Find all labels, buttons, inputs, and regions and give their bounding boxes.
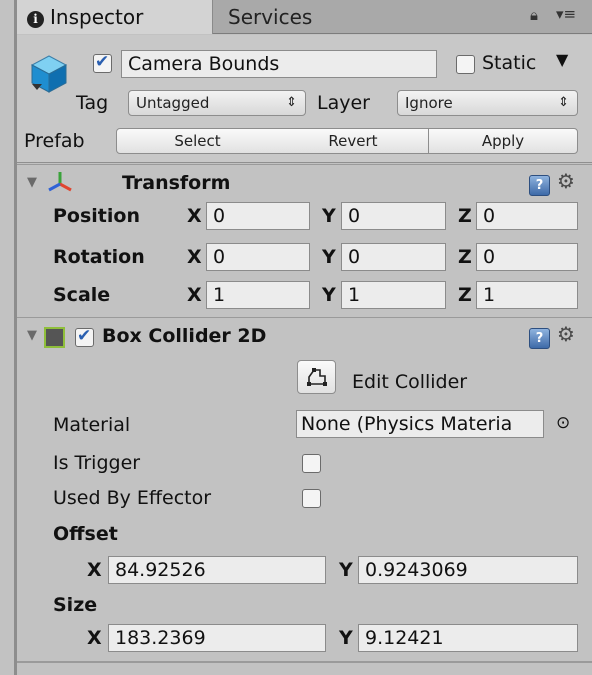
rotation-x-field[interactable]: 0 xyxy=(206,243,310,271)
size-y-label: Y xyxy=(339,627,353,649)
box-collider-title: Box Collider 2D xyxy=(102,325,267,347)
position-x-label: X xyxy=(187,205,202,227)
position-y-field[interactable]: 0 xyxy=(341,202,446,230)
info-icon: i xyxy=(27,11,44,28)
scale-y-label: Y xyxy=(322,284,336,306)
material-label: Material xyxy=(53,414,131,436)
edit-collider-label: Edit Collider xyxy=(352,371,468,393)
help-icon[interactable]: ? xyxy=(529,328,550,349)
tab-inspector[interactable]: i Inspector xyxy=(17,0,213,34)
scale-z-label: Z xyxy=(458,284,472,306)
transform-title: Transform xyxy=(122,172,231,194)
scale-z-field[interactable]: 1 xyxy=(476,281,578,309)
position-label: Position xyxy=(53,205,140,227)
scale-y-field[interactable]: 1 xyxy=(341,281,446,309)
menu-icon[interactable]: ▾≡ xyxy=(556,5,576,23)
prefab-label: Prefab xyxy=(24,130,85,152)
transform-axes-icon xyxy=(48,172,72,192)
prefab-select-button[interactable]: Select xyxy=(116,128,279,154)
offset-y-label: Y xyxy=(339,559,353,581)
is-trigger-checkbox[interactable] xyxy=(302,454,321,473)
tab-controls: 🔒︎ ▾≡ xyxy=(530,5,586,28)
scale-x-field[interactable]: 1 xyxy=(206,281,310,309)
tab-services[interactable]: Services xyxy=(214,0,364,34)
tab-services-label: Services xyxy=(228,5,313,29)
rotation-z-label: Z xyxy=(458,246,472,268)
cube-icon xyxy=(30,55,68,93)
collider-enabled-checkbox[interactable] xyxy=(75,326,94,347)
position-x-field[interactable]: 0 xyxy=(206,202,310,230)
transform-header[interactable]: ▼ Transform ? ⚙ xyxy=(17,164,592,202)
size-x-label: X xyxy=(87,627,102,649)
rotation-x-label: X xyxy=(187,246,202,268)
size-label: Size xyxy=(53,594,98,616)
tab-inspector-label: Inspector xyxy=(50,5,144,29)
foldout-arrow-icon[interactable]: ▼ xyxy=(27,175,37,190)
object-picker-icon[interactable]: ⊙ xyxy=(556,413,570,433)
is-trigger-label: Is Trigger xyxy=(53,452,141,474)
scale-x-label: X xyxy=(187,284,202,306)
layer-label: Layer xyxy=(317,92,370,114)
offset-x-field[interactable]: 84.92526 xyxy=(108,556,326,584)
lock-icon[interactable]: 🔒︎ xyxy=(530,6,542,24)
size-y-field[interactable]: 9.12421 xyxy=(358,624,578,652)
collider-icon xyxy=(44,327,65,348)
help-icon[interactable]: ? xyxy=(529,175,550,196)
position-z-label: Z xyxy=(458,205,472,227)
rotation-y-field[interactable]: 0 xyxy=(341,243,446,271)
dropdown-arrows-icon: ⇕ xyxy=(286,95,297,110)
prefab-revert-button[interactable]: Revert xyxy=(278,128,429,154)
component-divider xyxy=(17,661,592,663)
edit-collider-icon xyxy=(307,368,327,386)
static-checkbox[interactable] xyxy=(456,55,475,74)
edit-collider-button[interactable] xyxy=(297,360,336,394)
offset-x-label: X xyxy=(87,559,102,581)
size-x-field[interactable]: 183.2369 xyxy=(108,624,326,652)
used-by-effector-label: Used By Effector xyxy=(53,487,212,509)
foldout-arrow-icon[interactable]: ▼ xyxy=(27,328,37,343)
static-label: Static xyxy=(482,52,537,74)
tag-dropdown[interactable]: Untagged ⇕ xyxy=(128,90,306,116)
scale-label: Scale xyxy=(53,284,111,306)
tag-label: Tag xyxy=(76,92,109,114)
active-checkbox[interactable] xyxy=(93,52,112,73)
used-by-effector-checkbox[interactable] xyxy=(302,489,321,508)
rotation-z-field[interactable]: 0 xyxy=(476,243,578,271)
position-y-label: Y xyxy=(322,205,336,227)
box-collider-header[interactable]: ▼ Box Collider 2D ? ⚙ xyxy=(17,317,592,355)
offset-y-field[interactable]: 0.9243069 xyxy=(358,556,578,584)
layer-value: Ignore xyxy=(405,94,453,112)
material-field[interactable]: None (Physics Materia xyxy=(296,410,544,438)
offset-label: Offset xyxy=(53,523,118,545)
position-z-field[interactable]: 0 xyxy=(476,202,578,230)
gear-icon[interactable]: ⚙ xyxy=(557,322,575,346)
static-dropdown-icon[interactable]: ▼ xyxy=(556,50,568,69)
rotation-label: Rotation xyxy=(53,246,145,268)
tag-value: Untagged xyxy=(136,94,210,112)
rotation-y-label: Y xyxy=(322,246,336,268)
layer-dropdown[interactable]: Ignore ⇕ xyxy=(397,90,578,116)
prefab-apply-button[interactable]: Apply xyxy=(428,128,578,154)
gear-icon[interactable]: ⚙ xyxy=(557,169,575,193)
dropdown-arrows-icon: ⇕ xyxy=(558,95,569,110)
gameobject-name-field[interactable]: Camera Bounds xyxy=(121,50,437,78)
